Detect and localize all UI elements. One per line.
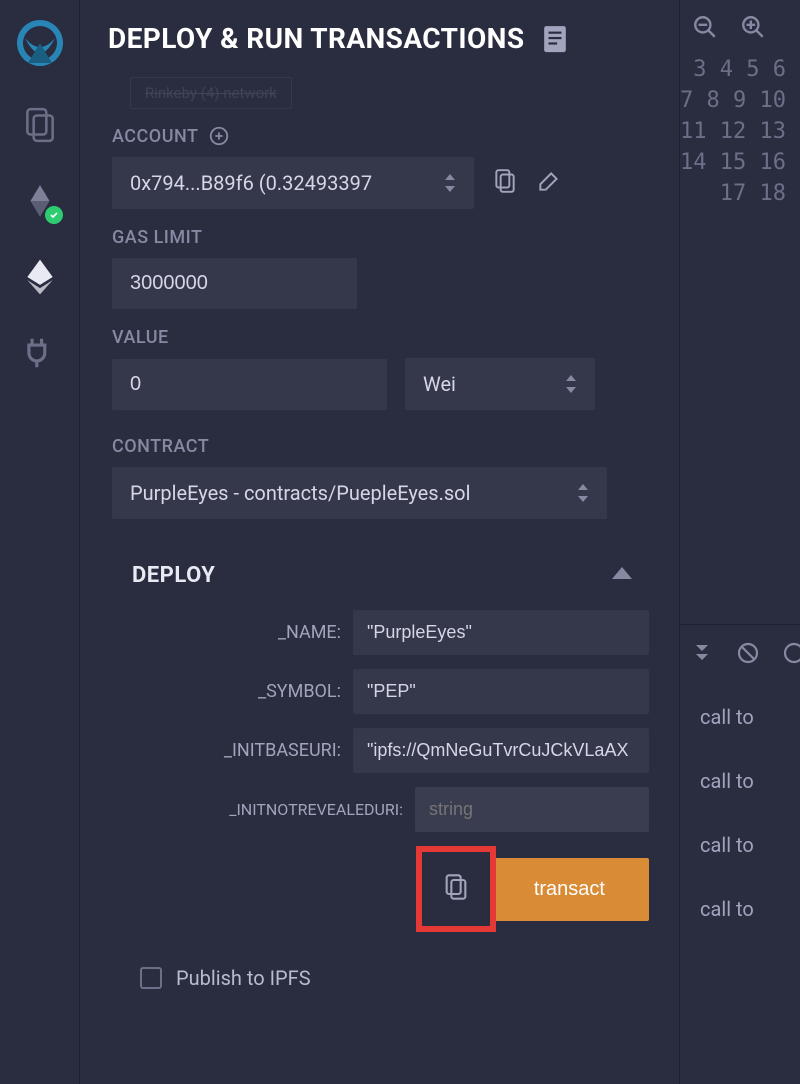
copy-account-icon[interactable] — [492, 168, 518, 198]
contract-label: CONTRACT — [112, 436, 209, 457]
editor-column: 3 4 5 6 7 8 9 10 11 12 13 14 15 16 17 18… — [680, 0, 800, 1084]
stepper-icon — [577, 484, 589, 502]
collapse-deploy-icon[interactable] — [611, 566, 633, 585]
copy-params-icon[interactable] — [442, 873, 470, 905]
zoom-in-icon[interactable] — [740, 14, 766, 40]
param-input-symbol[interactable] — [353, 669, 649, 714]
deploy-panel: DEPLOY & RUN TRANSACTIONS Rinkeby (4) ne… — [80, 0, 680, 1084]
gas-limit-input[interactable] — [130, 272, 339, 295]
stepper-icon — [565, 375, 577, 393]
param-input-initnotrevealeduri[interactable] — [415, 787, 649, 832]
value-unit-select[interactable]: Wei — [405, 358, 595, 410]
param-label-initnotrevealeduri: _INITNOTREVEALEDURI: — [132, 800, 403, 819]
panel-title: DEPLOY & RUN TRANSACTIONS — [108, 22, 524, 55]
param-input-name[interactable] — [353, 610, 649, 655]
file-explorer-icon[interactable] — [21, 106, 59, 144]
param-label-initbaseuri: _INITBASEURI: — [132, 740, 341, 761]
account-selected: 0x794...B89f6 (0.32493397 — [130, 171, 372, 195]
value-input[interactable] — [130, 373, 369, 396]
add-account-icon[interactable] — [208, 125, 230, 147]
stepper-icon — [444, 174, 456, 192]
zoom-out-icon[interactable] — [692, 14, 718, 40]
console-clear-icon[interactable] — [736, 641, 760, 669]
deploy-block: DEPLOY _NAME: _SYMBOL: _INITBASEURI: _IN… — [132, 563, 651, 990]
value-unit: Wei — [423, 372, 456, 396]
edit-account-icon[interactable] — [536, 168, 562, 198]
app-logo — [15, 18, 65, 68]
environment-ghost: Rinkeby (4) network — [130, 77, 292, 109]
contract-select[interactable]: PurpleEyes - contracts/PuepleEyes.sol — [112, 467, 607, 519]
account-label: ACCOUNT — [112, 126, 198, 147]
value-input-wrap — [112, 359, 387, 410]
deploy-run-icon[interactable] — [21, 258, 59, 296]
transact-button[interactable]: transact — [490, 858, 649, 921]
compile-success-badge — [45, 206, 63, 224]
copy-params-highlight — [416, 846, 496, 932]
log-line: call to — [680, 685, 800, 749]
gas-limit-input-wrap — [112, 258, 357, 309]
log-line: call to — [680, 813, 800, 877]
publish-ipfs-checkbox[interactable] — [140, 967, 162, 989]
param-label-name: _NAME: — [132, 622, 341, 643]
publish-ipfs-label: Publish to IPFS — [176, 966, 311, 990]
value-label: VALUE — [112, 327, 169, 348]
deploy-title: DEPLOY — [132, 563, 215, 588]
console-pending-icon[interactable] — [782, 641, 800, 669]
account-select[interactable]: 0x794...B89f6 (0.32493397 — [112, 157, 474, 209]
param-label-symbol: _SYMBOL: — [132, 681, 341, 702]
docs-icon[interactable] — [542, 24, 568, 54]
log-line: call to — [680, 877, 800, 941]
log-line: call to — [680, 749, 800, 813]
plugin-manager-icon[interactable] — [21, 334, 59, 372]
console-expand-icon[interactable] — [690, 641, 714, 669]
contract-selected: PurpleEyes - contracts/PuepleEyes.sol — [130, 481, 470, 505]
solidity-compiler-icon[interactable] — [21, 182, 59, 220]
line-number-gutter: 3 4 5 6 7 8 9 10 11 12 13 14 15 16 17 18 — [680, 54, 786, 209]
console: call to call to call to call to — [680, 624, 800, 1084]
param-input-initbaseuri[interactable] — [353, 728, 649, 773]
gas-limit-label: GAS LIMIT — [112, 227, 202, 248]
icon-rail — [0, 0, 80, 1084]
